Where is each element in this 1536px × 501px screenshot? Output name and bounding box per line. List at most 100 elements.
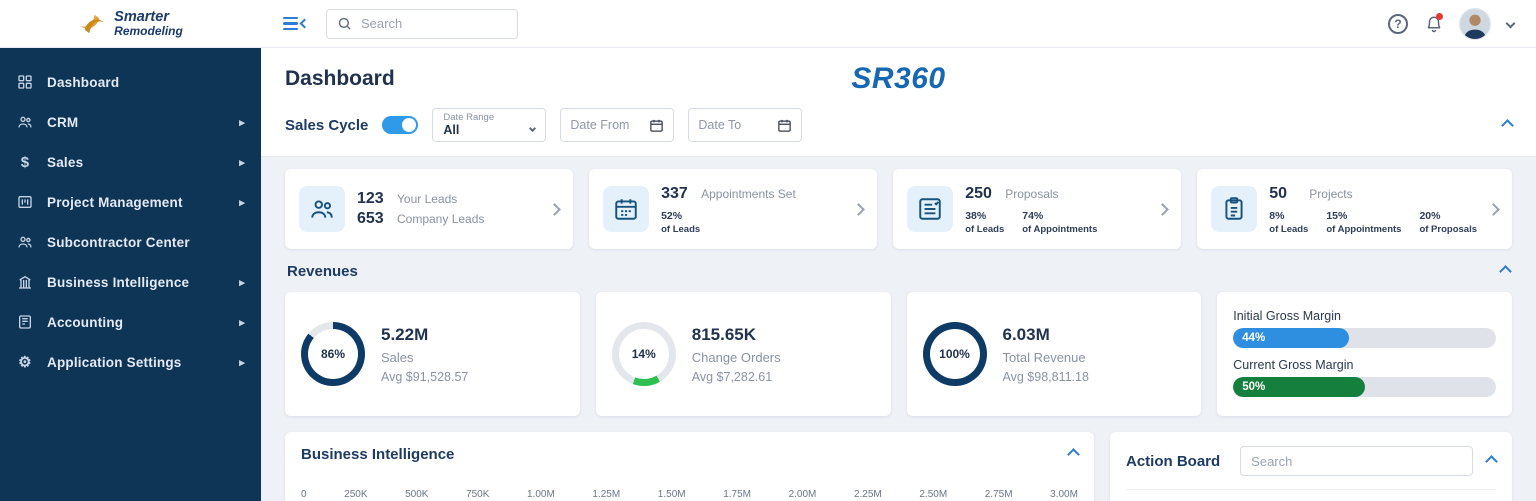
collapse-bi-icon[interactable] — [1067, 448, 1080, 461]
pct-of-appointments: 15% of Appointments — [1326, 210, 1402, 235]
date-to-input[interactable] — [698, 118, 772, 132]
chevron-right-icon: ▸ — [239, 156, 245, 169]
topbar: ? — [261, 0, 1536, 48]
global-search[interactable] — [326, 8, 518, 39]
date-range-select[interactable]: Date Range All — [432, 108, 547, 142]
gross-margin-card: Initial Gross Margin 44% Current Gross M… — [1217, 292, 1512, 416]
sales-revenue-card[interactable]: 86% 5.22M Sales Avg $91,528.57 — [285, 292, 580, 416]
sidebar-item-subcontractor-center[interactable]: Subcontractor Center — [0, 222, 261, 262]
search-input[interactable] — [361, 16, 507, 31]
action-board-head: Action Board — [1126, 446, 1498, 476]
app-root: Smarter Remodeling Dashboard CRM ▸ $ Sal… — [0, 0, 1536, 501]
sidebar-item-sales[interactable]: $ Sales ▸ — [0, 142, 261, 182]
calendar-icon[interactable] — [649, 118, 664, 133]
notification-badge — [1436, 12, 1443, 20]
total-revenue-card[interactable]: 100% 6.03M Total Revenue Avg $98,811.18 — [906, 292, 1202, 416]
leads-icon-box — [299, 186, 345, 232]
business-intelligence-panel: Business Intelligence 0 250K 500K 750K 1… — [285, 432, 1094, 501]
dollar-icon: $ — [20, 153, 30, 171]
date-from-field[interactable] — [560, 108, 675, 142]
axis-tick-label: 2.00M — [788, 489, 817, 500]
notifications-button[interactable] — [1425, 12, 1443, 33]
chevron-right-icon[interactable] — [1487, 202, 1500, 216]
projects-card[interactable]: 50 Projects 8% of Leads 15% of Appointme… — [1197, 169, 1512, 249]
action-board-item[interactable]: Elena Vicar 1105 Salma Pkwy — [1126, 489, 1496, 501]
chevron-down-icon — [529, 124, 537, 133]
chevron-right-icon[interactable] — [548, 202, 561, 216]
bottom-panels: Business Intelligence 0 250K 500K 750K 1… — [261, 418, 1536, 501]
sales-cycle-controls: Sales Cycle Date Range All — [285, 108, 1514, 142]
people-icon — [309, 196, 335, 222]
leads-card[interactable]: 123 Your Leads 653 Company Leads — [285, 169, 574, 249]
sidebar-item-accounting[interactable]: Accounting ▸ — [0, 302, 261, 342]
sidebar: Smarter Remodeling Dashboard CRM ▸ $ Sal… — [0, 0, 261, 501]
sales-cycle-toggle[interactable] — [382, 116, 419, 134]
action-board-search-input[interactable] — [1251, 453, 1462, 469]
axis-tick-label: 1.75M — [723, 489, 751, 500]
date-from-input[interactable] — [570, 118, 644, 132]
current-gross-margin-label: Current Gross Margin — [1233, 358, 1354, 372]
sidebar-item-crm[interactable]: CRM ▸ — [0, 102, 261, 142]
page-header: Dashboard SR360 Sales Cycle Date Range A… — [261, 48, 1536, 157]
change-orders-card[interactable]: 14% 815.65K Change Orders Avg $7,282.61 — [595, 292, 891, 416]
page-title: Dashboard — [285, 67, 395, 90]
collapse-sales-cycle-icon[interactable] — [1501, 118, 1514, 132]
pct-of-proposals: 20% of Proposals — [1419, 210, 1477, 235]
collapse-action-board-icon[interactable] — [1485, 454, 1498, 468]
sidebar-item-label: Accounting — [47, 314, 124, 330]
sidebar-item-project-management[interactable]: Project Management ▸ — [0, 182, 261, 222]
your-leads-label: Your Leads — [397, 192, 458, 206]
axis-tick-label: 2.25M — [853, 489, 882, 500]
pct-of-appointments: 74% of Appointments — [1022, 210, 1098, 235]
proposals-label: Proposals — [1005, 187, 1059, 201]
help-icon[interactable]: ? — [1388, 13, 1408, 34]
action-board-search[interactable] — [1240, 446, 1473, 476]
appointments-card[interactable]: 337 Appointments Set 52% of Leads — [589, 169, 878, 249]
pct-of-leads: 38% of Leads — [965, 210, 1005, 235]
sidebar-item-label: Business Intelligence — [47, 274, 190, 290]
proposals-card[interactable]: 250 Proposals 38% of Leads 74% of Appoin… — [893, 169, 1182, 249]
axis-tick-label: 3.00M — [1050, 489, 1078, 500]
axis-tick-label: 250K — [344, 489, 368, 500]
content: Dashboard SR360 Sales Cycle Date Range A… — [261, 48, 1536, 501]
chevron-right-icon: ▸ — [239, 196, 245, 209]
chevron-down-icon[interactable] — [1505, 18, 1516, 29]
collapse-revenues-icon[interactable] — [1499, 265, 1512, 278]
app-logo[interactable]: Smarter Remodeling — [0, 0, 261, 48]
action-board-panel: Action Board Elena Vicar 1105 Salma Pkwy — [1110, 432, 1512, 501]
proposals-icon-box — [907, 186, 954, 232]
sidebar-item-label: Dashboard — [47, 74, 120, 90]
date-to-field[interactable] — [688, 108, 803, 142]
calendar-icon[interactable] — [777, 118, 792, 133]
projects-label: Projects — [1309, 187, 1353, 201]
sidebar-item-label: Subcontractor Center — [47, 234, 190, 250]
sidebar-item-dashboard[interactable]: Dashboard — [0, 62, 261, 102]
leads-stats: 123 Your Leads 653 Company Leads — [357, 188, 538, 230]
bi-title: Business Intelligence — [301, 446, 455, 463]
bi-axis-labels: 0 250K 500K 750K 1.00M 1.25M 1.50M 1.75M… — [301, 489, 1078, 500]
pct-of-leads: 52% of Leads — [661, 210, 701, 235]
donut-percent: 100% — [939, 347, 970, 361]
projects-icon-box — [1211, 186, 1258, 232]
sidebar-item-label: Application Settings — [47, 354, 182, 370]
sidebar-item-label: CRM — [47, 114, 79, 130]
logo-text: Smarter Remodeling — [114, 9, 183, 38]
sales-revenue-info: 5.22M Sales Avg $91,528.57 — [381, 324, 469, 384]
people-icon — [16, 114, 34, 130]
date-range-label: Date Range — [443, 112, 495, 123]
change-orders-info: 815.65K Change Orders Avg $7,282.61 — [691, 324, 781, 384]
logo-swoosh-icon — [78, 12, 106, 36]
chevron-right-icon[interactable] — [1156, 202, 1170, 216]
people-icon — [16, 234, 34, 250]
avatar[interactable] — [1460, 8, 1490, 39]
total-revenue-info: 6.03M Total Revenue Avg $98,811.18 — [1002, 324, 1089, 384]
chevron-right-icon[interactable] — [852, 202, 866, 216]
total-revenue-donut-chart: 100% — [922, 322, 987, 386]
donut-percent: 86% — [320, 347, 346, 361]
sidebar-item-application-settings[interactable]: ⚙ Application Settings ▸ — [0, 342, 261, 382]
donut-percent: 14% — [631, 347, 656, 361]
projects-stats: 50 Projects 8% of Leads 15% of Appointme… — [1269, 183, 1477, 235]
sidebar-item-business-intelligence[interactable]: Business Intelligence ▸ — [0, 262, 261, 302]
initial-gross-margin-fill: 44% — [1233, 328, 1349, 348]
sidebar-collapse-button[interactable] — [283, 16, 310, 31]
